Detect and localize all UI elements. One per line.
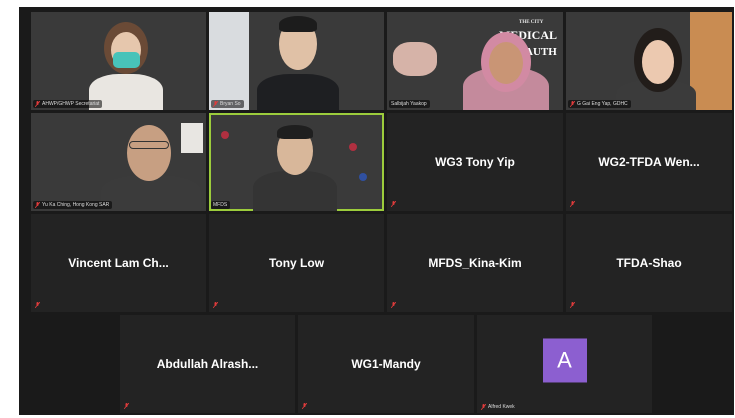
sign-text-line1: THE CITY <box>519 20 544 25</box>
participant-name: MFDS_Kina-Kim <box>428 256 522 270</box>
participant-tile-video[interactable]: THE CITY MEDICAL AUTH Salbijah Yaakop <box>387 12 563 110</box>
participant-tile[interactable]: Tony Low <box>209 214 384 312</box>
participant-name: WG3 Tony Yip <box>435 155 515 169</box>
participant-tile[interactable]: MFDS_Kina-Kim <box>387 214 563 312</box>
participant-name-label: G Gai Eng Yap, GDHC <box>568 100 631 108</box>
mic-muted-icon <box>35 302 40 308</box>
mic-muted-icon <box>481 404 486 410</box>
participant-tile[interactable]: WG1-Mandy <box>298 315 474 413</box>
participant-tile-video[interactable]: Yu Ka Ching, Hong Kong SAR <box>31 113 206 211</box>
participant-name-label: Salbijah Yaakop <box>389 100 430 108</box>
participant-name-label: MFDS <box>211 201 231 209</box>
gallery-view: AHWP/GHWP Secretariat Bryan So THE CITY … <box>19 7 734 415</box>
participant-tile-video[interactable]: Bryan So <box>209 12 384 110</box>
mic-muted-icon <box>35 202 40 208</box>
participant-name: TFDA-Shao <box>616 256 682 270</box>
participant-name-label: Alfred Kwek <box>479 403 518 411</box>
participant-name: WG1-Mandy <box>351 357 421 371</box>
participant-tile-video[interactable]: AHWP/GHWP Secretariat <box>31 12 206 110</box>
mic-muted-icon <box>391 302 396 308</box>
mic-muted-icon <box>570 201 575 207</box>
participant-name-label: Bryan So <box>211 100 244 108</box>
mic-muted-icon <box>570 101 575 107</box>
participant-tile-active-speaker[interactable]: MFDS <box>209 113 384 211</box>
participant-name-label: AHWP/GHWP Secretariat <box>33 100 103 108</box>
mic-muted-icon <box>213 101 218 107</box>
participant-name: Vincent Lam Ch... <box>68 256 169 270</box>
participant-tile[interactable]: TFDA-Shao <box>566 214 732 312</box>
participant-avatar: A <box>542 338 587 383</box>
mic-muted-icon <box>124 403 129 409</box>
mic-muted-icon <box>391 201 396 207</box>
participant-tile[interactable]: Abdullah Alrash... <box>120 315 295 413</box>
participant-name: Abdullah Alrash... <box>156 357 259 371</box>
participant-name: Tony Low <box>268 256 325 270</box>
mic-muted-icon <box>302 403 307 409</box>
mic-muted-icon <box>213 302 218 308</box>
participant-name: WG2-TFDA Wen... <box>598 155 700 169</box>
participant-tile[interactable]: WG2-TFDA Wen... <box>566 113 732 211</box>
participant-tile[interactable]: Vincent Lam Ch... <box>31 214 206 312</box>
mic-muted-icon <box>570 302 575 308</box>
participant-tile[interactable]: WG3 Tony Yip <box>387 113 563 211</box>
mic-muted-icon <box>35 101 40 107</box>
participant-name-label: Yu Ka Ching, Hong Kong SAR <box>33 201 113 209</box>
participant-tile-video[interactable]: G Gai Eng Yap, GDHC <box>566 12 732 110</box>
participant-tile-avatar[interactable]: A Alfred Kwek <box>477 315 652 413</box>
